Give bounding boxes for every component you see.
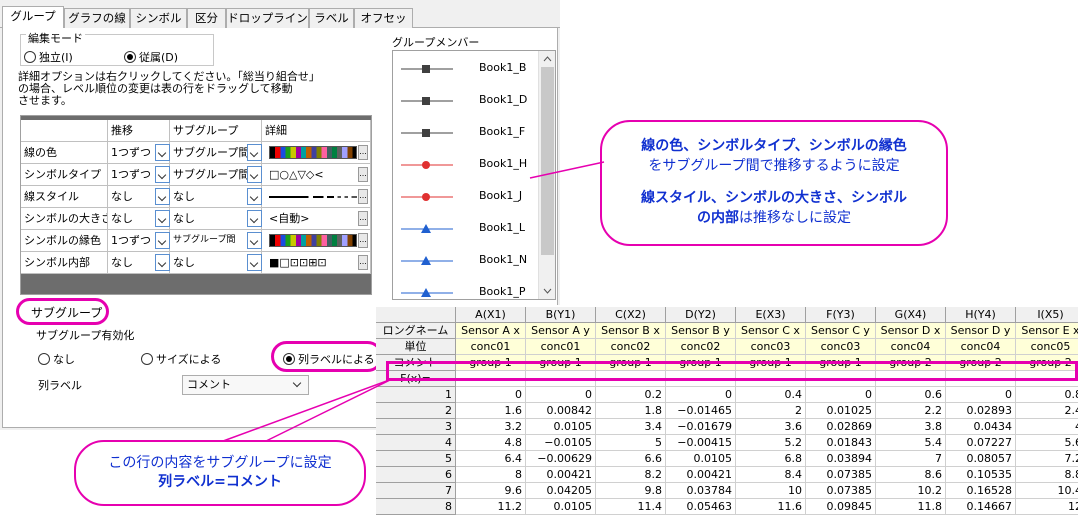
callout-line: この行の内容をサブグループに設定 — [108, 455, 332, 471]
info-callout-bottom: この行の内容をサブグループに設定 列ラベル=コメント — [74, 440, 366, 506]
bottom-callout-pointer-2 — [259, 378, 393, 445]
callout-line-bold: 列ラベル=コメント — [158, 474, 282, 490]
bottom-callout-pointer-1 — [214, 378, 393, 445]
top-callout-pointer — [529, 161, 605, 179]
